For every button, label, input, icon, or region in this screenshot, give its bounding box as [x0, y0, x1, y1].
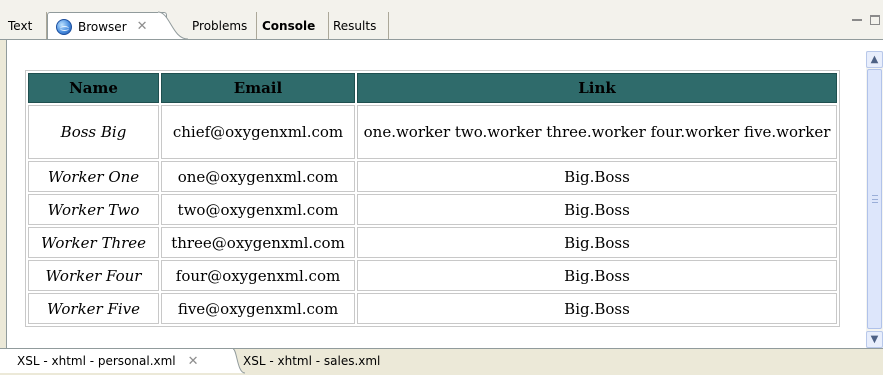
- email-cell: five@oxygenxml.com: [161, 293, 355, 324]
- name-cell: Worker Three: [28, 227, 159, 258]
- tab-label: XSL - xhtml - personal.xml: [17, 354, 176, 368]
- editor-tab-bar: XSL - xhtml - personal.xml ✕ XSL - xhtml…: [0, 348, 883, 375]
- link-cell: Big.Boss: [357, 293, 837, 324]
- minimize-icon[interactable]: [852, 15, 862, 21]
- tab-browser[interactable]: Browser ✕: [47, 12, 167, 40]
- tab-label: Browser: [78, 19, 127, 34]
- email-cell: one@oxygenxml.com: [161, 161, 355, 192]
- column-header-name: Name: [28, 73, 159, 103]
- link-cell: Big.Boss: [357, 260, 837, 291]
- scroll-down-button[interactable]: ▼: [866, 331, 883, 348]
- people-table: Name Email Link Boss Big chief@oxygenxml…: [25, 70, 840, 327]
- tab-separator: [256, 12, 257, 40]
- email-cell: three@oxygenxml.com: [161, 227, 355, 258]
- email-cell: four@oxygenxml.com: [161, 260, 355, 291]
- chevron-up-icon: ▲: [870, 54, 879, 65]
- name-cell: Worker Four: [28, 260, 159, 291]
- scroll-up-button[interactable]: ▲: [866, 51, 883, 68]
- globe-icon: [56, 18, 72, 35]
- column-header-email: Email: [161, 73, 355, 103]
- email-cell: two@oxygenxml.com: [161, 194, 355, 225]
- close-icon[interactable]: ✕: [137, 20, 148, 33]
- view-tab-bar: Text Browser ✕ Problems Console Results: [0, 0, 883, 40]
- tab-label: Problems: [192, 19, 248, 33]
- tab-text[interactable]: Text: [8, 12, 32, 40]
- maximize-icon[interactable]: [870, 15, 880, 25]
- tab-curve: [158, 11, 188, 40]
- table-row: Boss Big chief@oxygenxml.com one.worker …: [28, 105, 837, 159]
- tab-label: Console: [262, 19, 316, 33]
- chevron-down-icon: ▼: [870, 334, 879, 345]
- column-header-link: Link: [357, 73, 837, 103]
- link-cell: Big.Boss: [357, 227, 837, 258]
- link-cell: one.worker two.worker three.worker four.…: [357, 105, 837, 159]
- table-row: Worker One one@oxygenxml.com Big.Boss: [28, 161, 837, 192]
- close-icon[interactable]: ✕: [188, 355, 199, 368]
- tab-problems[interactable]: Problems: [192, 12, 247, 40]
- table-row: Worker Five five@oxygenxml.com Big.Boss: [28, 293, 837, 324]
- tab-sales-xml[interactable]: XSL - xhtml - sales.xml: [243, 349, 380, 373]
- table-row: Worker Two two@oxygenxml.com Big.Boss: [28, 194, 837, 225]
- vertical-scrollbar[interactable]: ▲ ▼: [866, 51, 883, 348]
- link-cell: Big.Boss: [357, 161, 837, 192]
- name-cell: Boss Big: [28, 105, 159, 159]
- name-cell: Worker Two: [28, 194, 159, 225]
- grip-icon: [872, 195, 878, 203]
- browser-view: Name Email Link Boss Big chief@oxygenxml…: [6, 40, 883, 348]
- email-cell: chief@oxygenxml.com: [161, 105, 355, 159]
- name-cell: Worker One: [28, 161, 159, 192]
- tab-label: Results: [333, 19, 377, 33]
- tab-results[interactable]: Results: [333, 12, 376, 40]
- table-row: Worker Four four@oxygenxml.com Big.Boss: [28, 260, 837, 291]
- table-row: Worker Three three@oxygenxml.com Big.Bos…: [28, 227, 837, 258]
- tab-console[interactable]: Console: [262, 12, 315, 40]
- tab-label: XSL - xhtml - sales.xml: [243, 354, 381, 368]
- tab-separator: [388, 12, 389, 40]
- tab-separator: [328, 12, 329, 40]
- tab-curve: [225, 349, 245, 374]
- tab-label: Text: [8, 19, 33, 33]
- table-header-row: Name Email Link: [28, 73, 837, 103]
- link-cell: Big.Boss: [357, 194, 837, 225]
- name-cell: Worker Five: [28, 293, 159, 324]
- scroll-thumb[interactable]: [867, 69, 882, 329]
- tab-personal-xml[interactable]: XSL - xhtml - personal.xml ✕: [0, 349, 233, 373]
